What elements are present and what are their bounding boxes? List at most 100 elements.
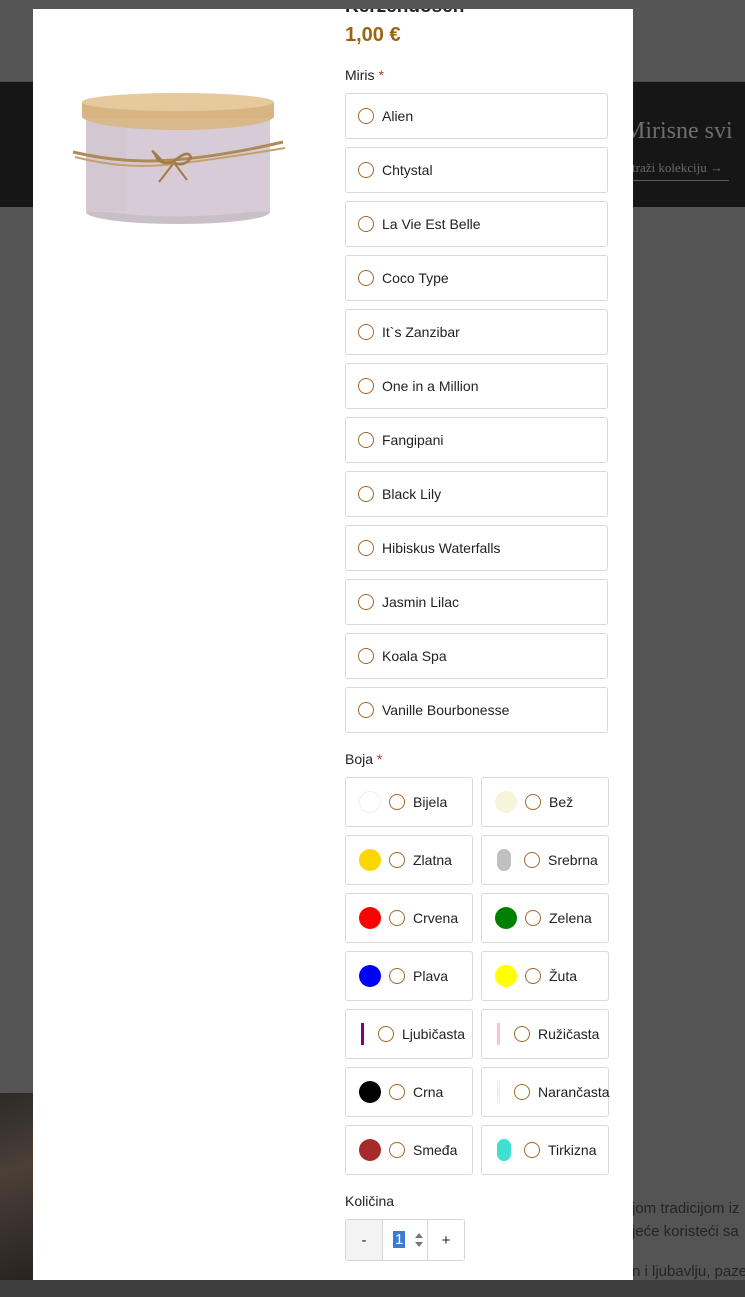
scent-option-label: Fangipani [382, 432, 444, 448]
color-option[interactable]: Plava [345, 951, 473, 1001]
color-option[interactable]: Bijela [345, 777, 473, 827]
color-option-label: Srebrna [548, 852, 598, 868]
color-option[interactable]: Bež [481, 777, 609, 827]
product-quick-view-modal: Kerzendosen 1,00 € Miris * Alien Chtysta… [33, 9, 633, 1280]
color-option-label: Tirkizna [548, 1142, 597, 1158]
scent-option[interactable]: Black Lily [345, 471, 608, 517]
color-option[interactable]: Ružičasta [481, 1009, 609, 1059]
scent-option[interactable]: Chtystal [345, 147, 608, 193]
color-label: Boja * [345, 751, 382, 767]
radio-button[interactable] [358, 324, 374, 340]
color-label-text: Boja [345, 751, 374, 767]
background-text-line: jom tradicijom iz [632, 1200, 740, 1217]
radio-button[interactable] [525, 968, 541, 984]
scent-option-label: Chtystal [382, 162, 433, 178]
decrease-button[interactable]: - [346, 1220, 382, 1260]
scent-option-label: Alien [382, 108, 414, 124]
radio-button[interactable] [389, 968, 405, 984]
scent-option[interactable]: Hibiskus Waterfalls [345, 525, 608, 571]
scent-option-label: La Vie Est Belle [382, 216, 481, 232]
scent-option[interactable]: One in a Million [345, 363, 608, 409]
radio-button[interactable] [358, 702, 374, 718]
radio-button[interactable] [524, 852, 540, 868]
color-option-label: Ljubičasta [402, 1026, 466, 1042]
scent-option-label: Black Lily [382, 486, 442, 502]
color-swatch [359, 907, 381, 929]
product-price: 1,00 € [345, 24, 401, 46]
color-option-label: Narančasta [538, 1084, 610, 1100]
color-option[interactable]: Narančasta [481, 1067, 610, 1117]
radio-button[interactable] [358, 108, 374, 124]
color-option-label: Zelena [549, 910, 592, 926]
color-swatch [497, 849, 511, 871]
scent-option-label: It`s Zanzibar [382, 324, 460, 340]
radio-button[interactable] [358, 648, 374, 664]
color-option-label: Ružičasta [538, 1026, 600, 1042]
color-swatch [359, 1139, 381, 1161]
color-option[interactable]: Smeđa [345, 1125, 473, 1175]
color-option[interactable]: Crvena [345, 893, 473, 943]
scent-option[interactable]: Alien [345, 93, 608, 139]
scent-option[interactable]: Vanille Bourbonesse [345, 687, 608, 733]
scent-option[interactable]: It`s Zanzibar [345, 309, 608, 355]
background-text-line: jeće koristeći sa [632, 1223, 739, 1240]
required-mark: * [378, 67, 384, 83]
color-swatch [361, 1023, 364, 1045]
color-option-label: Bijela [413, 794, 448, 810]
radio-button[interactable] [358, 594, 374, 610]
scent-option-label: Coco Type [382, 270, 449, 286]
radio-button[interactable] [525, 794, 541, 810]
color-option[interactable]: Crna [345, 1067, 473, 1117]
spinner-arrows-icon[interactable] [414, 1231, 424, 1249]
color-option[interactable]: Zlatna [345, 835, 473, 885]
radio-button[interactable] [514, 1084, 530, 1100]
radio-button[interactable] [389, 1084, 405, 1100]
quantity-input[interactable]: 1 [382, 1220, 428, 1260]
color-swatch [495, 791, 517, 813]
radio-button[interactable] [525, 910, 541, 926]
color-option-label: Žuta [549, 968, 578, 984]
page-bottom-edge [0, 1280, 745, 1297]
color-option-label: Crvena [413, 910, 459, 926]
quantity-stepper: - 1 + [345, 1219, 465, 1261]
background-text-line: n i ljubavlju, paze [632, 1263, 745, 1280]
scent-option-label: Hibiskus Waterfalls [382, 540, 501, 556]
color-option-label: Zlatna [413, 852, 452, 868]
scent-option[interactable]: La Vie Est Belle [345, 201, 608, 247]
increase-button[interactable]: + [428, 1220, 464, 1260]
radio-button[interactable] [358, 270, 374, 286]
color-swatch [497, 1081, 500, 1103]
banner-title: Mirisne svi [624, 118, 733, 144]
scent-option[interactable]: Jasmin Lilac [345, 579, 608, 625]
radio-button[interactable] [358, 378, 374, 394]
radio-button[interactable] [358, 162, 374, 178]
banner-link[interactable]: traži kolekciju → [632, 160, 729, 181]
color-option[interactable]: Srebrna [481, 835, 609, 885]
color-swatch [497, 1023, 500, 1045]
radio-button[interactable] [514, 1026, 530, 1042]
color-option[interactable]: Tirkizna [481, 1125, 609, 1175]
scent-option[interactable]: Fangipani [345, 417, 608, 463]
color-swatch [495, 907, 517, 929]
color-option[interactable]: Ljubičasta [345, 1009, 473, 1059]
scent-option[interactable]: Coco Type [345, 255, 608, 301]
radio-button[interactable] [358, 216, 374, 232]
radio-button[interactable] [389, 794, 405, 810]
radio-button[interactable] [378, 1026, 394, 1042]
scent-option[interactable]: Koala Spa [345, 633, 608, 679]
quantity-value: 1 [393, 1231, 406, 1248]
radio-button[interactable] [389, 1142, 405, 1158]
color-option-label: Plava [413, 968, 449, 984]
color-swatch [359, 791, 381, 813]
color-option[interactable]: Žuta [481, 951, 609, 1001]
color-option-label: Crna [413, 1084, 444, 1100]
color-option[interactable]: Zelena [481, 893, 609, 943]
radio-button[interactable] [389, 910, 405, 926]
radio-button[interactable] [358, 432, 374, 448]
color-swatch [359, 1081, 381, 1103]
radio-button[interactable] [358, 486, 374, 502]
color-option-label: Bež [549, 794, 574, 810]
radio-button[interactable] [358, 540, 374, 556]
radio-button[interactable] [389, 852, 405, 868]
radio-button[interactable] [524, 1142, 540, 1158]
